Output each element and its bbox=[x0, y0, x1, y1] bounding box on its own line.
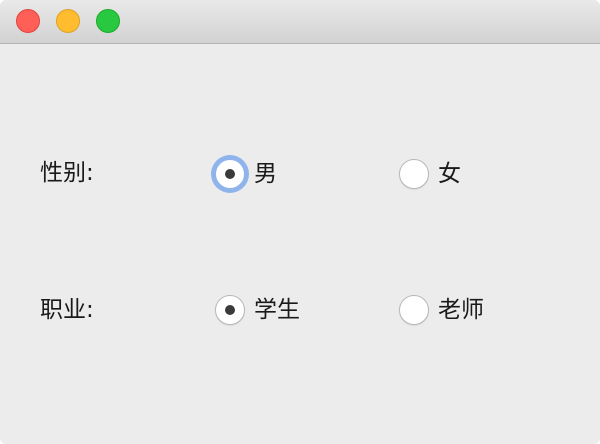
occupation-radio-teacher-label: 老师 bbox=[438, 297, 484, 323]
gender-radio-male[interactable]: 男 bbox=[215, 159, 277, 189]
gender-radio-male-label: 男 bbox=[254, 161, 277, 187]
occupation-label: 职业: bbox=[40, 297, 94, 323]
gender-radio-female[interactable]: 女 bbox=[399, 159, 461, 189]
gender-radio-female-label: 女 bbox=[438, 161, 461, 187]
gender-label: 性别: bbox=[40, 160, 94, 186]
close-icon[interactable] bbox=[16, 9, 40, 33]
minimize-icon[interactable] bbox=[56, 9, 80, 33]
occupation-radio-student-label: 学生 bbox=[254, 297, 300, 323]
title-bar[interactable] bbox=[0, 0, 600, 44]
occupation-radio-teacher[interactable]: 老师 bbox=[399, 295, 484, 325]
radio-button-icon[interactable] bbox=[399, 295, 429, 325]
app-window: 性别: 男 女 职业: 学生 老师 bbox=[0, 0, 600, 444]
occupation-radio-student[interactable]: 学生 bbox=[215, 295, 300, 325]
radio-button-icon[interactable] bbox=[399, 159, 429, 189]
zoom-icon[interactable] bbox=[96, 9, 120, 33]
radio-button-icon[interactable] bbox=[215, 295, 245, 325]
radio-button-icon[interactable] bbox=[215, 159, 245, 189]
